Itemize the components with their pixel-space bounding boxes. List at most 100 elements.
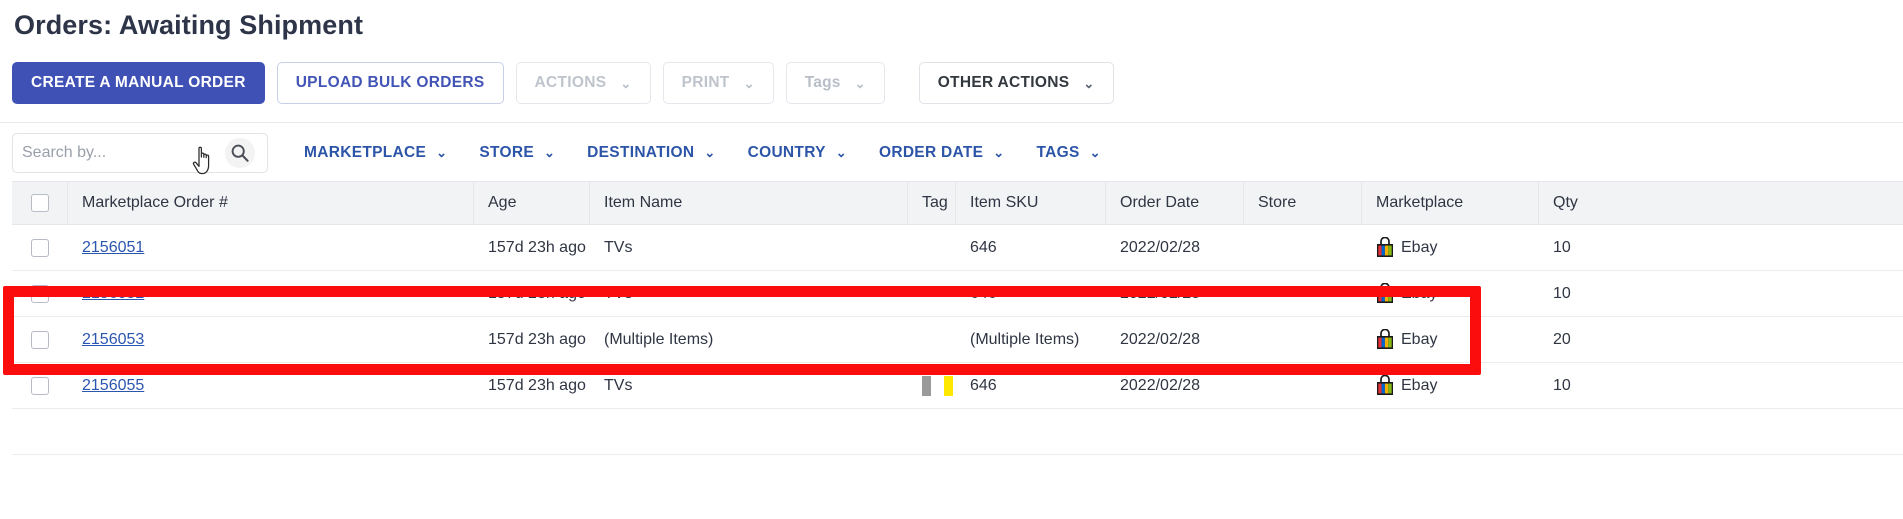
filter-destination-label: DESTINATION — [587, 144, 695, 161]
column-header-store[interactable]: Store — [1244, 181, 1362, 225]
table-row[interactable]: 2156053 157d 23h ago (Multiple Items) (Mult… — [12, 317, 1903, 363]
row-checkbox[interactable] — [31, 284, 49, 303]
cell-order-number[interactable] — [68, 409, 474, 455]
cell-qty: 10 — [1553, 376, 1571, 394]
row-checkbox[interactable] — [31, 330, 49, 349]
cell-marketplace: Ebay — [1362, 317, 1539, 363]
table-row[interactable]: 2156055 157d 23h ago TVs 646 2022/02/28 Ebay 1… — [12, 363, 1903, 409]
filter-marketplace[interactable]: MARKETPLACE ⌄ — [288, 133, 463, 173]
filter-dropdowns: MARKETPLACE ⌄ STORE ⌄ DESTINATION ⌄ COUN… — [288, 133, 1117, 173]
cell-age: 157d 23h ago — [488, 330, 586, 348]
filter-order-date[interactable]: ORDER DATE ⌄ — [863, 133, 1021, 173]
row-select-cell[interactable] — [12, 409, 68, 455]
tags-dropdown-button[interactable]: Tags ⌄ — [785, 62, 885, 104]
table-row[interactable]: 2156051 157d 23h ago TVs 646 2022/02/28 Ebay 1… — [12, 225, 1903, 271]
cell-order-number[interactable]: 2156052 — [68, 271, 474, 317]
create-manual-order-button[interactable]: CREATE A MANUAL ORDER — [12, 62, 265, 104]
table-header-row: Marketplace Order # Age Item Name Tag It… — [12, 181, 1903, 225]
cell-age: 157d 23h ago — [488, 376, 586, 394]
other-actions-label: OTHER ACTIONS — [937, 74, 1070, 91]
column-header-qty[interactable]: Qty — [1539, 181, 1619, 225]
cell-item-sku: 646 — [970, 238, 997, 256]
select-all-checkbox[interactable] — [30, 194, 49, 212]
cell-tag — [908, 225, 956, 271]
order-number-link[interactable]: 2156052 — [82, 285, 144, 303]
tag-swatch — [933, 375, 942, 396]
marketplace-label: Ebay — [1401, 330, 1438, 348]
row-checkbox[interactable] — [31, 376, 49, 395]
table-row[interactable]: 2156052 157d 23h ago TVs 646 2022/02/28 Ebay 1… — [12, 271, 1903, 317]
cell-order-date: 2022/02/28 — [1120, 376, 1201, 394]
column-header-tag[interactable]: Tag — [908, 181, 956, 225]
cell-qty: 10 — [1553, 284, 1571, 302]
table-row[interactable] — [12, 409, 1903, 455]
cell-order-number[interactable]: 2156051 — [68, 225, 474, 271]
row-select-cell[interactable] — [12, 225, 68, 271]
chevron-down-icon: ⌄ — [743, 75, 755, 91]
create-manual-order-label: CREATE A MANUAL ORDER — [31, 74, 246, 91]
cell-marketplace: Ebay — [1362, 363, 1539, 409]
row-select-cell[interactable] — [12, 317, 68, 363]
cell-store — [1244, 271, 1362, 317]
orders-table: Marketplace Order # Age Item Name Tag It… — [12, 181, 1903, 455]
search-input[interactable] — [13, 143, 208, 163]
cell-store — [1244, 317, 1362, 363]
search-box[interactable] — [12, 133, 268, 173]
tags-label: Tags — [804, 74, 841, 91]
cell-item-sku: (Multiple Items) — [970, 330, 1080, 348]
filter-tags-label: TAGS — [1036, 144, 1080, 161]
cell-qty: 10 — [1553, 238, 1571, 256]
chevron-down-icon: ⌄ — [993, 145, 1005, 160]
chevron-down-icon: ⌄ — [1089, 145, 1101, 160]
print-label: PRINT — [681, 74, 730, 91]
column-header-item-name[interactable]: Item Name — [590, 181, 908, 225]
chevron-down-icon: ⌄ — [543, 145, 556, 160]
marketplace-label: Ebay — [1401, 284, 1438, 302]
column-header-marketplace[interactable]: Marketplace — [1362, 181, 1539, 225]
filter-order-date-label: ORDER DATE — [878, 144, 984, 161]
column-header-order[interactable]: Marketplace Order # — [68, 181, 474, 225]
action-toolbar: CREATE A MANUAL ORDER UPLOAD BULK ORDERS… — [12, 62, 1114, 104]
filter-store-label: STORE — [479, 144, 534, 161]
orders-page: Orders: Awaiting Shipment CREATE A MANUA… — [0, 0, 1903, 519]
filter-tags[interactable]: TAGS ⌄ — [1021, 133, 1117, 173]
table-body: 2156051 157d 23h ago TVs 646 2022/02/28 Ebay 1… — [12, 225, 1903, 455]
chevron-down-icon: ⌄ — [835, 145, 847, 160]
filter-marketplace-label: MARKETPLACE — [304, 144, 427, 161]
column-header-order-date[interactable]: Order Date — [1106, 181, 1244, 225]
tag-swatch — [944, 375, 953, 396]
chevron-down-icon: ⌄ — [436, 145, 448, 160]
marketplace-label: Ebay — [1401, 238, 1438, 256]
filter-country-label: COUNTRY — [747, 144, 826, 161]
tag-swatches — [922, 375, 953, 396]
filter-store[interactable]: STORE ⌄ — [463, 133, 571, 173]
ebay-icon — [1376, 374, 1394, 396]
column-header-age[interactable]: Age — [474, 181, 590, 225]
row-checkbox[interactable] — [31, 238, 49, 257]
cell-marketplace: Ebay — [1362, 225, 1539, 271]
actions-dropdown-button[interactable]: ACTIONS ⌄ — [515, 62, 651, 104]
print-dropdown-button[interactable]: PRINT ⌄ — [662, 62, 774, 104]
order-number-link[interactable]: 2156055 — [82, 377, 144, 395]
select-all-header[interactable] — [12, 181, 68, 225]
cell-order-date: 2022/02/28 — [1120, 284, 1201, 302]
filter-destination[interactable]: DESTINATION ⌄ — [571, 133, 731, 173]
order-number-link[interactable]: 2156051 — [82, 239, 144, 257]
cell-item-name: (Multiple Items) — [604, 330, 714, 348]
cell-marketplace — [1362, 409, 1539, 455]
search-icon[interactable] — [225, 138, 255, 168]
cell-store — [1244, 225, 1362, 271]
column-header-item-sku[interactable]: Item SKU — [956, 181, 1106, 225]
cell-store — [1244, 363, 1362, 409]
cell-order-number[interactable]: 2156055 — [68, 363, 474, 409]
upload-bulk-orders-button[interactable]: UPLOAD BULK ORDERS — [276, 62, 504, 104]
cell-order-date — [1106, 409, 1244, 455]
order-number-link[interactable]: 2156053 — [82, 331, 144, 349]
row-select-cell[interactable] — [12, 363, 68, 409]
row-select-cell[interactable] — [12, 271, 68, 317]
cell-tag — [908, 363, 956, 409]
filter-country[interactable]: COUNTRY ⌄ — [732, 133, 863, 173]
cell-order-number[interactable]: 2156053 — [68, 317, 474, 363]
other-actions-dropdown-button[interactable]: OTHER ACTIONS ⌄ — [918, 62, 1114, 104]
cell-order-date: 2022/02/28 — [1120, 238, 1201, 256]
